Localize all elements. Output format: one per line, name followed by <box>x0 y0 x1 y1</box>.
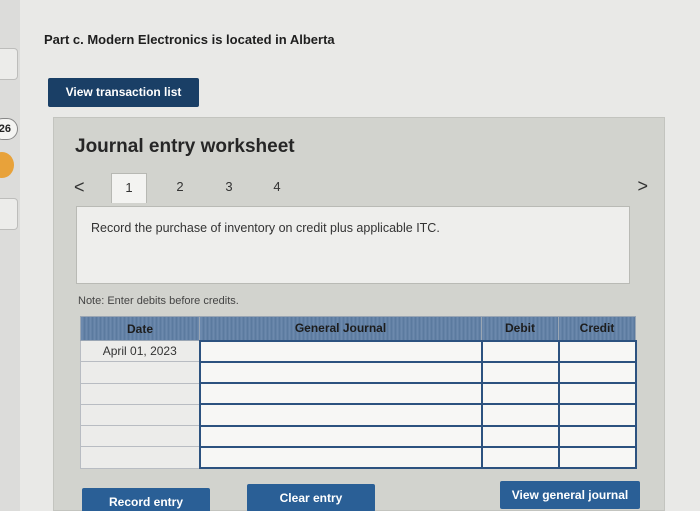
journal-table: Date General Journal Debit Credit April … <box>80 316 637 470</box>
view-transaction-list-button[interactable]: View transaction list <box>48 78 199 107</box>
record-entry-button[interactable]: Record entry <box>82 488 210 511</box>
margin-tab-upper[interactable] <box>0 48 18 80</box>
instruction-box: Record the purchase of inventory on cred… <box>76 206 630 284</box>
credit-input[interactable] <box>557 360 637 385</box>
account-select[interactable] <box>198 381 483 406</box>
account-select[interactable] <box>198 360 483 385</box>
debit-input[interactable] <box>480 445 560 470</box>
tab-4[interactable]: 4 <box>259 173 295 203</box>
view-general-journal-button[interactable]: View general journal <box>500 481 640 509</box>
note-text: Note: Enter debits before credits. <box>78 295 239 307</box>
table-row <box>80 381 637 406</box>
debit-input[interactable] <box>480 403 560 427</box>
worksheet-title: Journal entry worksheet <box>75 136 295 157</box>
header-credit: Credit <box>558 316 636 341</box>
credit-input[interactable] <box>557 445 637 470</box>
account-select[interactable] <box>198 403 483 427</box>
account-select[interactable] <box>198 424 483 448</box>
date-cell <box>80 382 200 405</box>
date-cell <box>80 424 200 448</box>
date-cell <box>80 446 200 469</box>
part-title: Part c. Modern Electronics is located in… <box>44 32 335 47</box>
tab-3[interactable]: 3 <box>211 173 247 203</box>
date-cell <box>80 403 200 427</box>
debit-input[interactable] <box>480 339 560 363</box>
debit-input[interactable] <box>480 360 560 385</box>
debit-input[interactable] <box>480 424 560 448</box>
clear-entry-button[interactable]: Clear entry <box>247 484 375 511</box>
tab-1[interactable]: 1 <box>111 173 147 203</box>
left-margin <box>0 0 20 511</box>
credit-input[interactable] <box>557 339 637 363</box>
credit-input[interactable] <box>557 403 637 427</box>
credit-input[interactable] <box>557 424 637 448</box>
tab-2[interactable]: 2 <box>162 173 198 203</box>
margin-tab-lower[interactable] <box>0 198 18 230</box>
prev-tab-icon[interactable]: < <box>74 177 85 198</box>
credit-input[interactable] <box>557 381 637 406</box>
table-row: April 01, 2023 <box>80 339 637 363</box>
date-cell <box>80 361 200 384</box>
date-cell: April 01, 2023 <box>80 339 200 363</box>
table-row <box>80 424 637 448</box>
header-debit: Debit <box>481 316 559 341</box>
next-tab-icon[interactable]: > <box>637 176 648 197</box>
account-select[interactable] <box>198 339 483 363</box>
journal-entry-worksheet: Journal entry worksheet < 1 2 3 4 > Reco… <box>53 117 665 511</box>
account-select[interactable] <box>198 445 483 470</box>
table-row <box>80 445 637 470</box>
table-row <box>80 403 637 427</box>
header-general-journal: General Journal <box>199 316 482 341</box>
table-row <box>80 360 637 385</box>
instruction-text: Record the purchase of inventory on cred… <box>91 221 440 235</box>
debit-input[interactable] <box>480 381 560 406</box>
worksheet-tabs: < 1 2 3 4 > <box>74 173 654 203</box>
header-date: Date <box>80 316 200 341</box>
